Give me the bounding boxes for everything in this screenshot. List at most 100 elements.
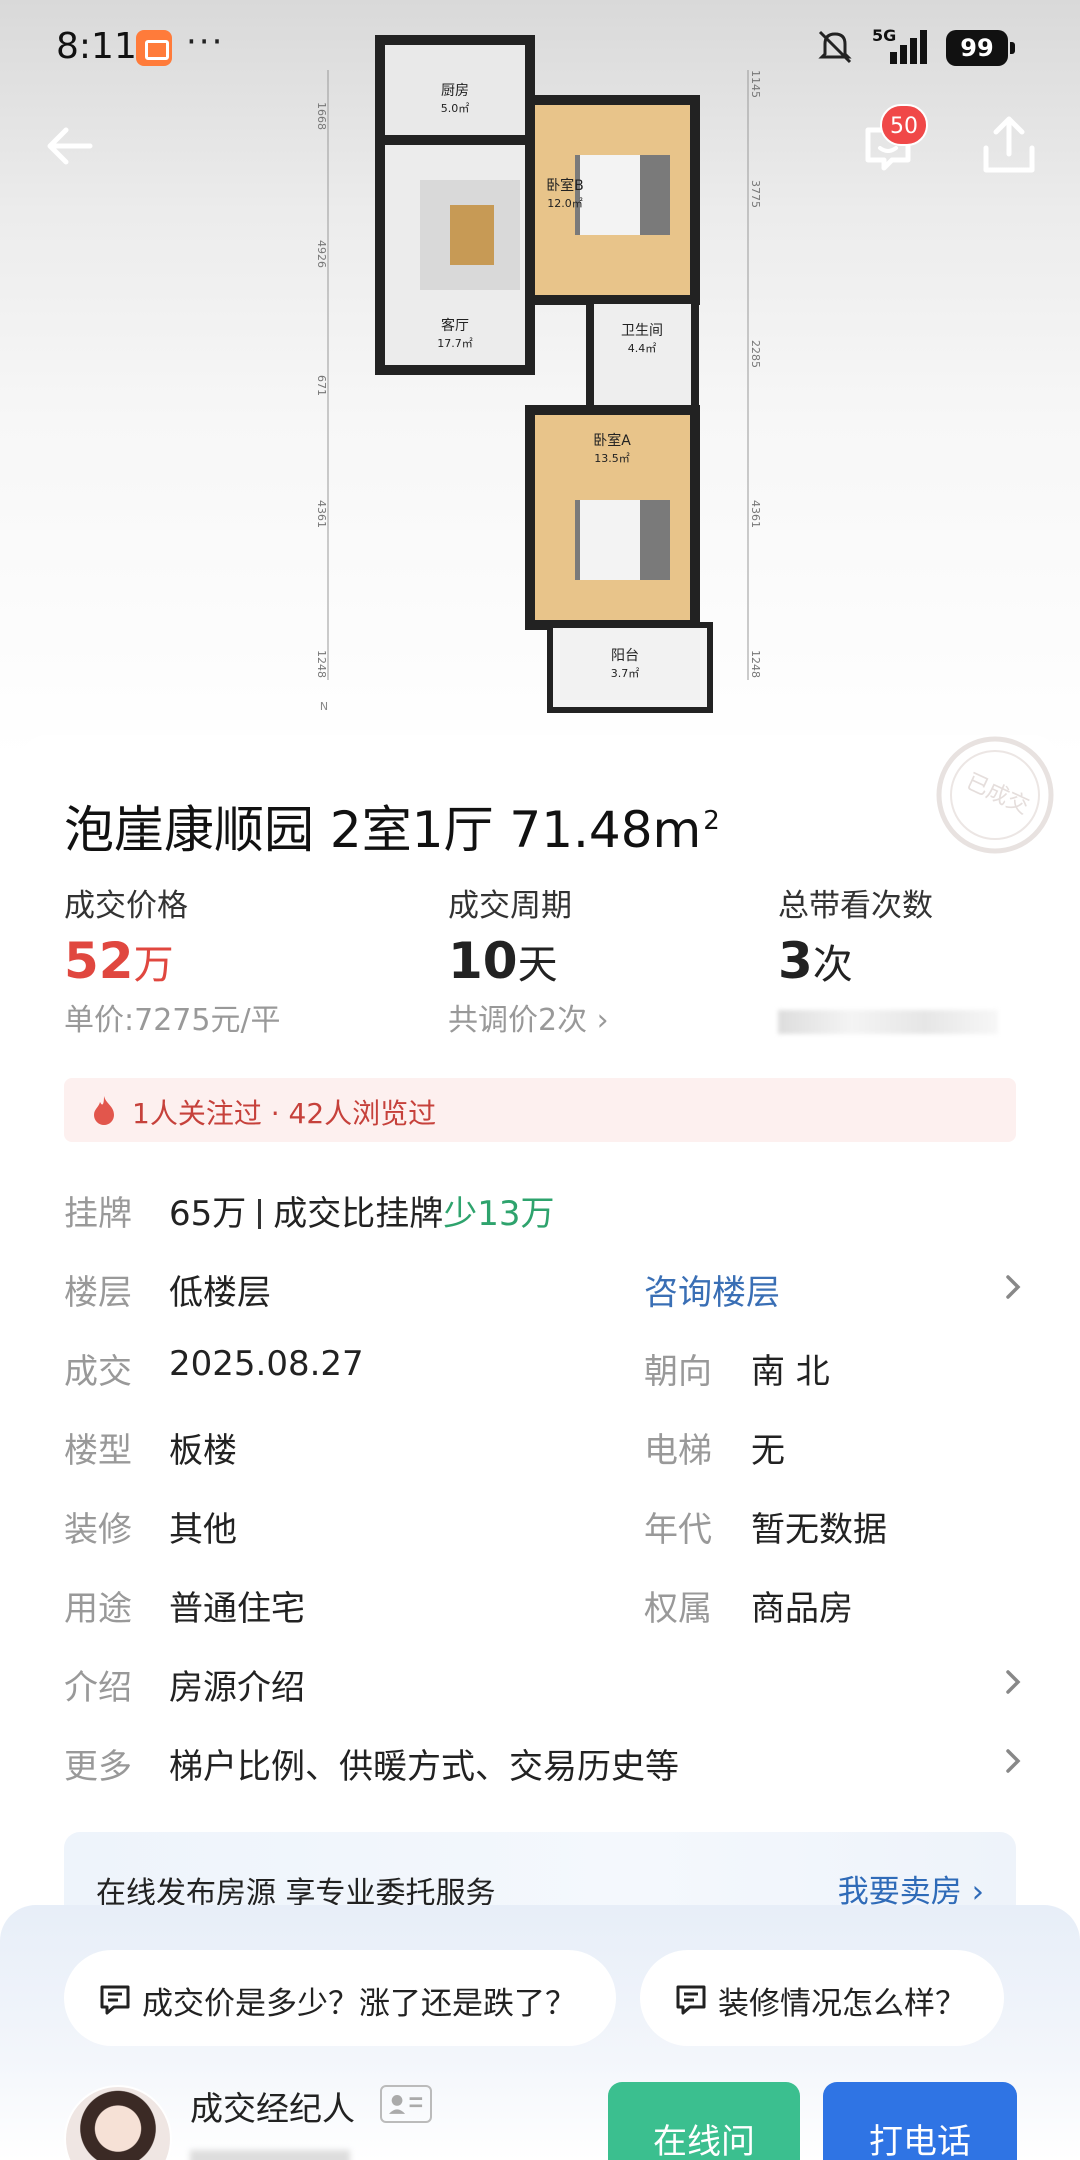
room-bedroom-a: 卧室A (593, 432, 631, 449)
row-label: 成交 (64, 1352, 132, 1392)
chevron-right-icon[interactable] (1002, 1271, 1024, 1303)
agent-name-blurred (190, 2150, 350, 2160)
row-decoration: 装修 其他 年代 暂无数据 (64, 1494, 1024, 1554)
sold-stamp: 已成交 (936, 736, 1054, 854)
deal-price-number: 52 (64, 932, 134, 990)
dim-right-3: 2285 (749, 340, 762, 368)
back-arrow-icon[interactable] (40, 118, 96, 174)
room-kitchen-area: 5.0㎡ (441, 102, 470, 115)
stat-label: 成交价格 (64, 888, 188, 924)
row-label: 装修 (64, 1510, 132, 1550)
row-value: 暂无数据 (751, 1510, 887, 1550)
row-intro[interactable]: 介绍 房源介绍 (64, 1652, 1024, 1712)
message-badge: 50 (880, 104, 928, 146)
listing-title-text: 泡崖康顺园 2室1厅 71.48m (64, 801, 702, 859)
row-deal-date: 成交 2025.08.27 朝向 南 北 (64, 1336, 1024, 1396)
stat-value: 52万 (64, 932, 174, 990)
app-notification-icon (136, 30, 172, 66)
row-label: 年代 (644, 1510, 712, 1550)
row-value: 无 (751, 1431, 785, 1471)
deal-cycle-unit: 天 (517, 942, 558, 988)
stat-deal-cycle[interactable]: 成交周期 10天 共调价2次 › (448, 880, 609, 1038)
listing-title: 泡崖康顺园 2室1厅 71.48m2 (64, 790, 720, 862)
status-bar: 8:11 ··· 5G 99 (0, 0, 1080, 96)
dim-right-2: 3775 (749, 180, 762, 208)
compare-text: 成交比挂牌 (273, 1194, 444, 1234)
price-adjust-link[interactable]: 共调价2次 › (448, 995, 609, 1039)
dim-left-1: 1668 (315, 102, 328, 130)
row-value: 普通住宅 (169, 1589, 305, 1629)
price-diff: 少13万 (443, 1194, 555, 1234)
status-time: 8:11 (56, 26, 137, 67)
row-value: 房源介绍 (169, 1668, 305, 1708)
dim-left-4: 4361 (315, 500, 328, 528)
chevron-right-icon[interactable] (1002, 1745, 1024, 1777)
attention-text: 1人关注过 · 42人浏览过 (132, 1097, 437, 1130)
chat-bubble-icon (676, 1985, 706, 2015)
mute-icon (818, 30, 852, 64)
row-value: 低楼层 (169, 1273, 271, 1313)
stat-label: 成交周期 (448, 888, 572, 924)
row-label: 更多 (64, 1747, 132, 1787)
row-value: 2025.08.27 (169, 1344, 364, 1384)
row-label: 朝向 (644, 1352, 712, 1392)
room-bedroom-a-area: 13.5㎡ (594, 452, 630, 465)
row-floor[interactable]: 楼层 低楼层 咨询楼层 (64, 1257, 1024, 1317)
call-button[interactable]: 打电话 (823, 2082, 1017, 2160)
row-label: 用途 (64, 1589, 132, 1629)
battery-icon: 99 (946, 30, 1015, 66)
row-value: 板楼 (169, 1431, 237, 1471)
row-label: 介绍 (64, 1668, 132, 1708)
row-value: 其他 (169, 1510, 237, 1550)
signal-icon (890, 30, 927, 64)
svg-text:已成交: 已成交 (962, 769, 1032, 820)
share-icon[interactable] (980, 114, 1038, 176)
attention-bar: 1人关注过 · 42人浏览过 (64, 1078, 1016, 1142)
blurred-placeholder (778, 1010, 998, 1034)
status-more-dots: ··· (186, 22, 225, 62)
stat-value: 10天 (448, 932, 558, 990)
floorplan-hero[interactable]: 1668 4926 671 4361 1248 1145 3775 2285 4… (0, 0, 1080, 760)
room-bathroom-area: 4.4㎡ (628, 342, 657, 355)
agent-title: 成交经纪人 (190, 2089, 355, 2128)
row-value: 梯户比例、供暖方式、交易历史等 (169, 1747, 679, 1787)
question-chip[interactable]: 成交价是多少？涨了还是跌了？ (64, 1950, 616, 2046)
stat-viewings: 总带看次数 3次 (778, 880, 998, 1034)
question-chip[interactable]: 装修情况怎么样？ (640, 1950, 1004, 2046)
row-label: 电梯 (644, 1431, 712, 1471)
dim-right-4: 4361 (749, 500, 762, 528)
row-label: 楼型 (64, 1431, 132, 1471)
row-listing-price: 挂牌 65万 成交比挂牌少13万 (64, 1178, 1024, 1238)
chat-bubble-icon (100, 1985, 130, 2015)
room-living: 客厅 (441, 317, 469, 334)
fire-icon (94, 1096, 114, 1125)
listing-price-value: 65万 (169, 1194, 247, 1234)
dim-left-5: 1248 (315, 650, 328, 678)
chevron-right-icon[interactable] (1002, 1666, 1024, 1698)
room-balcony: 阳台 (611, 648, 639, 664)
stat-label: 总带看次数 (778, 888, 933, 924)
stat-value: 3次 (778, 932, 853, 990)
floorplan-image[interactable]: 1668 4926 671 4361 1248 1145 3775 2285 4… (300, 30, 780, 720)
row-more[interactable]: 更多 梯户比例、供暖方式、交易历史等 (64, 1731, 1024, 1791)
consult-floor-link[interactable]: 咨询楼层 (644, 1265, 780, 1314)
row-usage: 用途 普通住宅 权属 商品房 (64, 1573, 1024, 1633)
dim-left-3: 671 (315, 375, 328, 396)
room-bedroom-b-area: 12.0㎡ (547, 197, 583, 210)
dim-right-5: 1248 (749, 650, 762, 678)
listing-title-sup: 2 (703, 806, 720, 837)
room-bathroom: 卫生间 (621, 323, 663, 339)
unit-price: 单价:7275元/平 (64, 1003, 281, 1038)
deal-cycle-number: 10 (448, 932, 518, 990)
viewings-number: 3 (778, 932, 813, 990)
row-building-type: 楼型 板楼 电梯 无 (64, 1415, 1024, 1475)
chip-text: 装修情况怎么样？ (718, 1986, 966, 2022)
deal-price-unit: 万 (133, 942, 174, 988)
divider (258, 1199, 262, 1229)
room-living-area: 17.7㎡ (437, 337, 473, 350)
chip-text: 成交价是多少？涨了还是跌了？ (142, 1986, 576, 2022)
row-label: 挂牌 (64, 1194, 132, 1234)
id-card-icon[interactable] (380, 2085, 432, 2123)
room-bedroom-b: 卧室B (546, 177, 584, 194)
online-ask-button[interactable]: 在线问 (608, 2082, 800, 2160)
